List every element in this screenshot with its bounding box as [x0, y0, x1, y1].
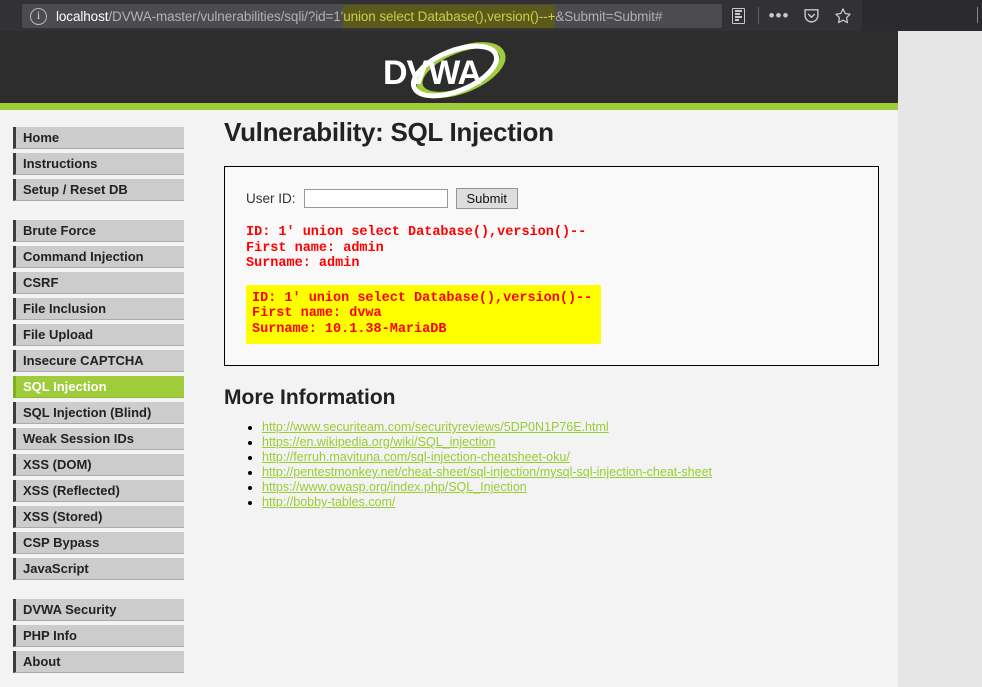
star-bookmark-icon — [835, 7, 851, 23]
sidebar-item-command-injection[interactable]: Command Injection — [13, 246, 184, 268]
window-edge-marker — [976, 7, 978, 23]
pocket-shield-icon — [803, 9, 819, 23]
sidebar-item-brute-force[interactable]: Brute Force — [13, 220, 184, 242]
sidebar-item-home[interactable]: Home — [13, 127, 184, 149]
sidebar-item-instructions[interactable]: Instructions — [13, 153, 184, 175]
sidebar-item-xss-stored[interactable]: XSS (Stored) — [13, 506, 184, 528]
url-host: localhost — [56, 8, 109, 24]
user-id-input[interactable] — [303, 189, 448, 208]
sidebar-item-insecure-captcha[interactable]: Insecure CAPTCHA — [13, 350, 184, 372]
info-link[interactable]: https://www.owasp.org/index.php/SQL_Inje… — [262, 480, 527, 494]
sidebar-group-main: Home Instructions Setup / Reset DB — [13, 127, 184, 201]
browser-toolbar-icons: ••• — [722, 0, 859, 31]
info-link[interactable]: http://pentestmonkey.net/cheat-sheet/sql… — [262, 465, 712, 479]
url-path: /DVWA-master/vulnerabilities/sqli/?id=1' — [108, 8, 344, 24]
sidebar-item-about[interactable]: About — [13, 651, 184, 673]
url-bar[interactable]: localhost/DVWA-master/vulnerabilities/sq… — [22, 4, 722, 28]
reader-view-button[interactable] — [722, 0, 754, 31]
sidebar-group-vulnerabilities: Brute Force Command Injection CSRF File … — [13, 220, 184, 580]
header-accent-bar — [0, 103, 898, 110]
list-item: http://pentestmonkey.net/cheat-sheet/sql… — [262, 465, 880, 479]
sidebar-item-csp-bypass[interactable]: CSP Bypass — [13, 532, 184, 554]
list-item: http://bobby-tables.com/ — [262, 495, 880, 509]
more-information-links: http://www.securiteam.com/securityreview… — [224, 420, 880, 509]
info-link[interactable]: http://bobby-tables.com/ — [262, 495, 395, 509]
sidebar-item-javascript[interactable]: JavaScript — [13, 558, 184, 580]
page-viewport: DVWA Home Instructions Setup / Reset DB … — [0, 31, 898, 687]
list-item: https://en.wikipedia.org/wiki/SQL_inject… — [262, 435, 880, 449]
sidebar-item-weak-session-ids[interactable]: Weak Session IDs — [13, 428, 184, 450]
sidebar-item-dvwa-security[interactable]: DVWA Security — [13, 599, 184, 621]
sidebar-item-xss-dom[interactable]: XSS (DOM) — [13, 454, 184, 476]
sidebar-item-sql-injection[interactable]: SQL Injection — [13, 376, 184, 398]
sidebar-item-sql-injection-blind[interactable]: SQL Injection (Blind) — [13, 402, 184, 424]
pocket-button[interactable] — [795, 0, 827, 31]
browser-chrome: localhost/DVWA-master/vulnerabilities/sq… — [0, 0, 982, 31]
dvwa-logo-graphic: DVWA — [383, 42, 506, 99]
bookmark-button[interactable] — [827, 0, 859, 31]
sidebar-group-meta: DVWA Security PHP Info About — [13, 599, 184, 673]
more-options-icon: ••• — [768, 5, 790, 25]
reader-view-icon — [731, 7, 745, 24]
url-selected-text: union select Database(),version()--+ — [343, 4, 555, 28]
more-information-heading: More Information — [224, 386, 396, 409]
main-content: Vulnerability: SQL Injection User ID: Su… — [224, 117, 880, 510]
info-link[interactable]: https://en.wikipedia.org/wiki/SQL_inject… — [262, 435, 495, 449]
sidebar-item-php-info[interactable]: PHP Info — [13, 625, 184, 647]
query-result-plain: ID: 1' union select Database(),version()… — [246, 225, 587, 271]
vulnerability-panel: User ID: Submit ID: 1' union select Data… — [224, 166, 879, 366]
sidebar-item-file-upload[interactable]: File Upload — [13, 324, 184, 346]
info-circle-icon[interactable] — [30, 7, 47, 25]
page-body: Home Instructions Setup / Reset DB Brute… — [0, 110, 898, 687]
page-title: Vulnerability: SQL Injection — [224, 117, 554, 147]
toolbar-divider — [758, 7, 759, 24]
svg-text:DVWA: DVWA — [383, 54, 481, 92]
info-link[interactable]: http://ferruh.mavituna.com/sql-injection… — [262, 450, 570, 464]
list-item: http://ferruh.mavituna.com/sql-injection… — [262, 450, 880, 464]
more-options-button[interactable]: ••• — [763, 0, 795, 31]
sidebar-item-setup-reset-db[interactable]: Setup / Reset DB — [13, 179, 184, 201]
sidebar-nav: Home Instructions Setup / Reset DB Brute… — [13, 127, 184, 687]
submit-button[interactable]: Submit — [455, 188, 518, 209]
url-text: localhost/DVWA-master/vulnerabilities/sq… — [56, 4, 663, 28]
info-link[interactable]: http://www.securiteam.com/securityreview… — [262, 420, 609, 434]
sidebar-item-csrf[interactable]: CSRF — [13, 272, 184, 294]
dvwa-logo[interactable]: DVWA — [369, 40, 529, 100]
chrome-right-area — [862, 0, 982, 31]
list-item: https://www.owasp.org/index.php/SQL_Inje… — [262, 480, 880, 494]
query-result-highlighted: ID: 1' union select Database(),version()… — [246, 284, 602, 344]
site-header: DVWA — [0, 31, 898, 103]
url-tail: &Submit=Submit# — [555, 8, 663, 24]
sidebar-item-xss-reflected[interactable]: XSS (Reflected) — [13, 480, 184, 502]
user-id-form: User ID: Submit — [246, 188, 878, 209]
list-item: http://www.securiteam.com/securityreview… — [262, 420, 880, 434]
sidebar-item-file-inclusion[interactable]: File Inclusion — [13, 298, 184, 320]
user-id-label: User ID: — [246, 191, 296, 206]
